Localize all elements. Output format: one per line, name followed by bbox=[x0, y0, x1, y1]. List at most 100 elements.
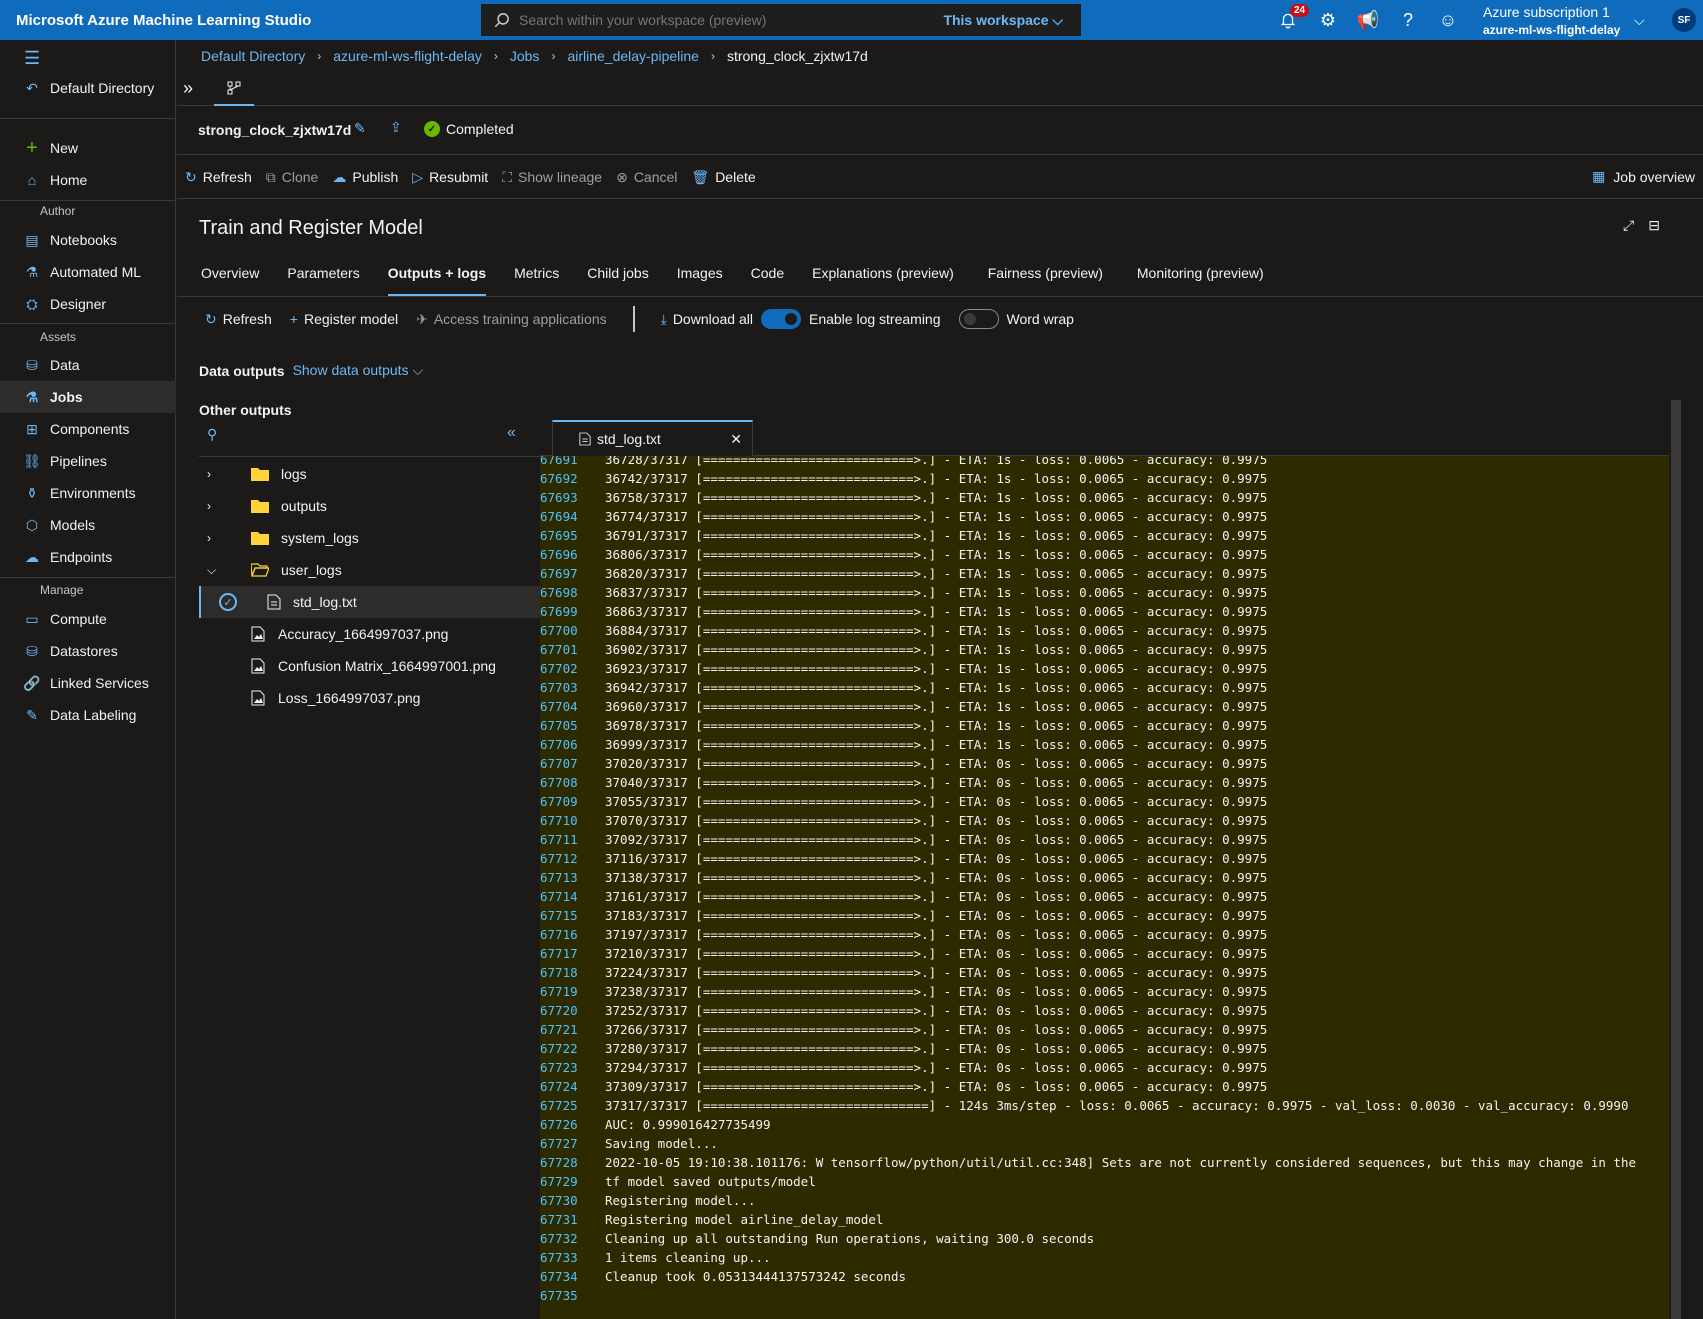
subscription-selector[interactable]: Azure subscription 1 azure-ml-ws-flight-… bbox=[1483, 4, 1620, 37]
nav-linked-services[interactable]: 🔗 Linked Services bbox=[0, 667, 176, 699]
delete-button[interactable]: 🗑 Delete bbox=[691, 169, 755, 186]
nav-data[interactable]: ⛁ Data bbox=[0, 349, 176, 381]
tab-fairness[interactable]: Fairness (preview) bbox=[988, 262, 1103, 296]
help-button[interactable]: ? bbox=[1388, 0, 1428, 40]
feedback-button[interactable]: 📢 bbox=[1348, 0, 1388, 40]
resubmit-button[interactable]: ▷ Resubmit bbox=[412, 169, 488, 186]
log-line-number: 67734 bbox=[540, 1269, 578, 1284]
nav-datastores[interactable]: ⛁ Datastores bbox=[0, 635, 176, 667]
collapse-icon[interactable]: « bbox=[507, 424, 516, 442]
nav-endpoints[interactable]: ☁ Endpoints bbox=[0, 541, 176, 573]
close-icon[interactable]: ✕ bbox=[730, 431, 742, 448]
smiley-button[interactable]: ☺ bbox=[1428, 0, 1468, 40]
question-icon: ? bbox=[1402, 9, 1413, 30]
tree-folder-outputs[interactable]: › outputs bbox=[199, 490, 540, 522]
app-title[interactable]: Microsoft Azure Machine Learning Studio bbox=[16, 12, 311, 29]
log-line: 67709 37055/37317 [======================… bbox=[540, 792, 1669, 811]
tree-file-std-log[interactable]: ✓ std_log.txt bbox=[199, 586, 540, 618]
publish-button[interactable]: ☁ Publish bbox=[332, 169, 398, 186]
pencil-icon[interactable]: ✎ bbox=[354, 120, 366, 137]
divider bbox=[177, 154, 1703, 155]
tree-folder-system-logs[interactable]: › system_logs bbox=[199, 522, 540, 554]
tab-outputs-logs[interactable]: Outputs + logs bbox=[387, 262, 487, 296]
share-icon[interactable]: ⇪ bbox=[390, 119, 402, 136]
clone-button[interactable]: ⧉ Clone bbox=[266, 169, 319, 186]
nav-models[interactable]: ⬡ Models bbox=[0, 509, 176, 541]
outputs-refresh-button[interactable]: ↻ Refresh bbox=[205, 311, 272, 328]
tree-file-confusion-matrix[interactable]: Confusion Matrix_1664997001.png bbox=[199, 650, 540, 682]
nav-compute[interactable]: ▭ Compute bbox=[0, 603, 176, 635]
double-chevron-right-icon[interactable]: » bbox=[183, 78, 193, 99]
settings-button[interactable]: ⚙ bbox=[1308, 0, 1348, 40]
log-line-text: Registering model... bbox=[605, 1193, 756, 1208]
nav-automated-ml[interactable]: ⚗ Automated ML bbox=[0, 256, 176, 288]
viewer-tab-label: std_log.txt bbox=[597, 431, 661, 447]
log-line-text: 36863/37317 [===========================… bbox=[605, 604, 1268, 619]
scrollbar[interactable] bbox=[1669, 400, 1683, 1319]
log-line-text: 37224/37317 [===========================… bbox=[605, 965, 1268, 980]
viewer-tab[interactable]: std_log.txt ✕ bbox=[552, 420, 753, 456]
register-model-button[interactable]: + Register model bbox=[290, 311, 398, 327]
show-data-outputs-link[interactable]: Show data outputs ⌵ bbox=[293, 362, 424, 379]
tab-overview[interactable]: Overview bbox=[201, 262, 259, 296]
tab-code[interactable]: Code bbox=[751, 262, 784, 296]
search-scope-dropdown[interactable]: This workspace ⌵ bbox=[943, 12, 1063, 29]
graph-tab[interactable] bbox=[214, 72, 254, 106]
nav-directory[interactable]: ↶ Default Directory bbox=[0, 72, 176, 104]
search-input[interactable] bbox=[519, 12, 919, 28]
log-line-number: 67729 bbox=[540, 1174, 578, 1189]
job-overview-button[interactable]: ▦ Job overview bbox=[1592, 168, 1695, 185]
tab-explanations[interactable]: Explanations (preview) bbox=[812, 262, 954, 296]
nav-notebooks[interactable]: ▤ Notebooks bbox=[0, 224, 176, 256]
search-icon[interactable]: ⚲ bbox=[207, 426, 217, 443]
access-training-button[interactable]: ✈ Access training applications bbox=[416, 311, 607, 328]
cancel-button[interactable]: ⊗ Cancel bbox=[616, 169, 677, 186]
nav-components[interactable]: ⊞ Components bbox=[0, 413, 176, 445]
log-content[interactable]: 67691 36728/37317 [======================… bbox=[540, 456, 1669, 1319]
nav-data-labeling[interactable]: ✎ Data Labeling bbox=[0, 699, 176, 731]
log-line: 67716 37197/37317 [======================… bbox=[540, 925, 1669, 944]
divider bbox=[0, 323, 176, 324]
nav-notebooks-label: Notebooks bbox=[50, 232, 117, 248]
chevron-down-icon: ⌵ bbox=[412, 362, 424, 378]
tab-images[interactable]: Images bbox=[677, 262, 723, 296]
notifications-button[interactable]: 24 bbox=[1268, 0, 1310, 40]
breadcrumb-item[interactable]: azure-ml-ws-flight-delay bbox=[333, 48, 482, 64]
refresh-button[interactable]: ↻ Refresh bbox=[185, 169, 252, 186]
dock-panel-icon[interactable]: ⊟ bbox=[1648, 217, 1660, 234]
hamburger-icon[interactable]: ☰ bbox=[24, 48, 40, 69]
breadcrumb-item[interactable]: airline_delay-pipeline bbox=[567, 48, 699, 64]
chevron-right-icon: › bbox=[207, 499, 211, 513]
show-lineage-button[interactable]: ⛶ Show lineage bbox=[502, 169, 602, 186]
download-all-button[interactable]: ⤓ Download all bbox=[661, 311, 753, 328]
tree-item-label: user_logs bbox=[281, 562, 342, 578]
nav-new[interactable]: + New bbox=[0, 132, 176, 164]
log-line: 67704 36960/37317 [======================… bbox=[540, 697, 1669, 716]
tree-folder-logs[interactable]: › logs bbox=[199, 458, 540, 490]
tab-parameters[interactable]: Parameters bbox=[287, 262, 359, 296]
nav-jobs[interactable]: ⚗ Jobs bbox=[0, 381, 176, 413]
breadcrumb-item[interactable]: Default Directory bbox=[201, 48, 305, 64]
scrollbar-thumb[interactable] bbox=[1671, 400, 1681, 1319]
expand-icon[interactable]: ⤢ bbox=[1623, 217, 1634, 234]
tree-folder-user-logs[interactable]: ⌵ user_logs bbox=[199, 554, 540, 586]
log-line-number: 67711 bbox=[540, 832, 578, 847]
word-wrap-toggle[interactable] bbox=[958, 309, 999, 329]
outputs-toolbar: ↻ Refresh + Register model ✈ Access trainin… bbox=[205, 306, 1092, 332]
nav-environments[interactable]: ⚱ Environments bbox=[0, 477, 176, 509]
log-line-number: 67732 bbox=[540, 1231, 578, 1246]
chevron-down-icon[interactable]: ⌵ bbox=[1634, 12, 1645, 29]
tab-metrics[interactable]: Metrics bbox=[514, 262, 559, 296]
avatar[interactable]: SF bbox=[1672, 8, 1696, 32]
nav-designer[interactable]: ⛭ Designer bbox=[0, 288, 176, 320]
log-line-text: tf model saved outputs/model bbox=[605, 1174, 816, 1189]
nav-home[interactable]: ⌂ Home bbox=[0, 164, 176, 196]
search-box[interactable]: This workspace ⌵ bbox=[481, 4, 1081, 36]
breadcrumb-item[interactable]: Jobs bbox=[510, 48, 540, 64]
tree-file-loss[interactable]: Loss_1664997037.png bbox=[199, 682, 540, 714]
log-streaming-toggle[interactable] bbox=[760, 309, 801, 329]
tab-child-jobs[interactable]: Child jobs bbox=[587, 262, 648, 296]
tree-file-accuracy[interactable]: Accuracy_1664997037.png bbox=[199, 618, 540, 650]
nav-pipelines[interactable]: ⛓ Pipelines bbox=[0, 445, 176, 477]
tab-monitoring[interactable]: Monitoring (preview) bbox=[1137, 262, 1264, 296]
